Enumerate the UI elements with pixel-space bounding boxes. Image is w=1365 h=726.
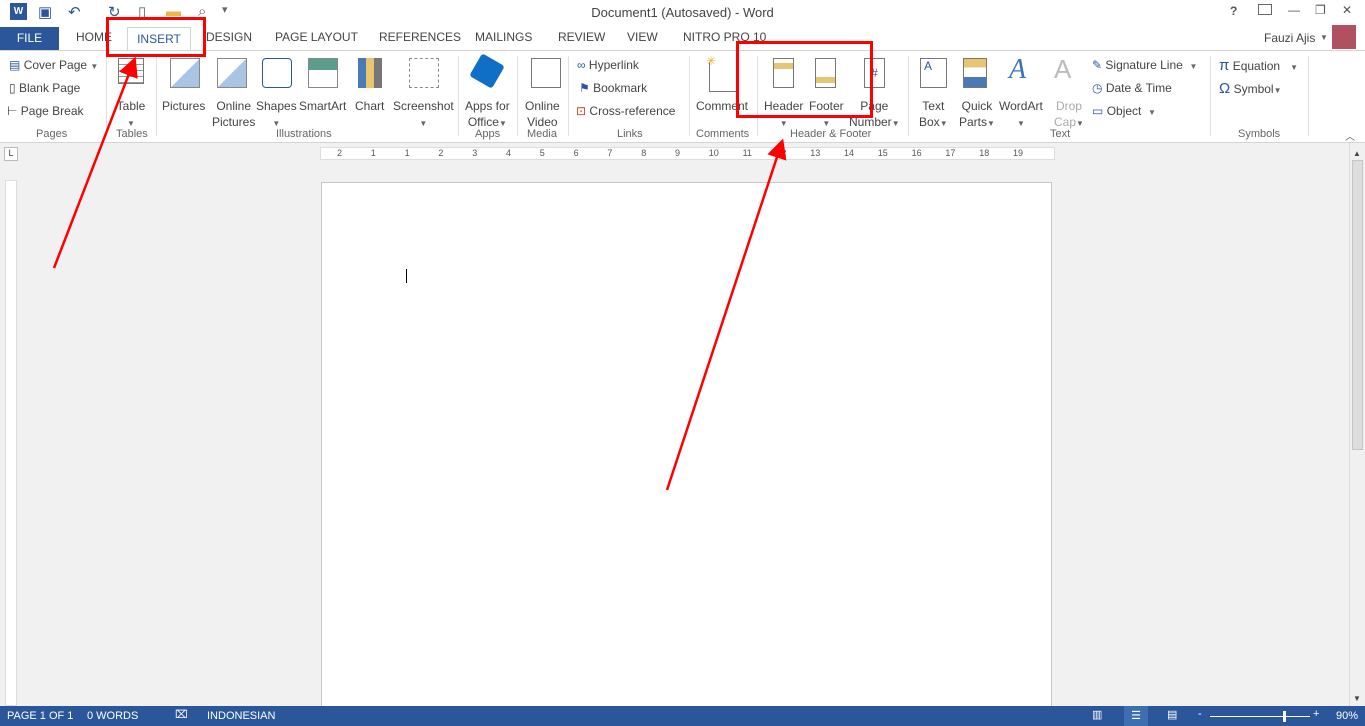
annotation-arrows	[52, 56, 787, 491]
arrow-to-insert-tab	[52, 56, 138, 269]
arrow-to-header-footer	[665, 138, 787, 491]
